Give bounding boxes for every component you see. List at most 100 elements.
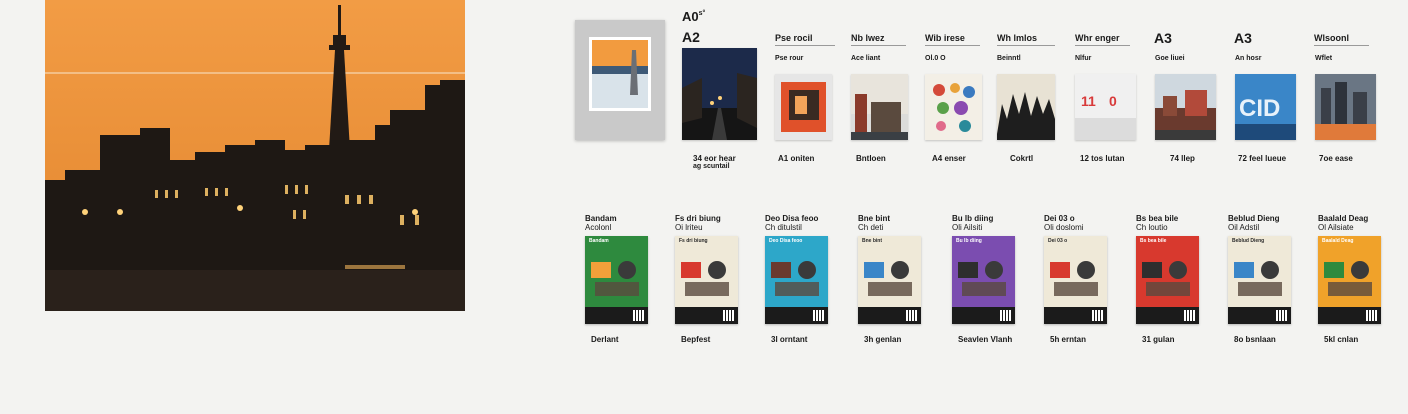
svg-text:11: 11 — [1081, 93, 1096, 109]
poster-footer — [1044, 307, 1107, 324]
poster-title-sub: Acolonl — [585, 223, 612, 233]
poster-caption-8: 8o bsnlaan — [1234, 335, 1276, 344]
poster-title-main: Bandam — [585, 214, 617, 223]
poster-caption-1: Derlant — [591, 335, 619, 344]
poster-title-sub: Oli doslomi — [1044, 223, 1084, 233]
poster-title-8: Beblud Dieng Oil Adstil — [1228, 214, 1280, 232]
print-thumb-6[interactable] — [1155, 74, 1216, 140]
poster-title-sub: Oi lriteu — [675, 223, 703, 233]
print-thumb-4[interactable] — [997, 74, 1055, 140]
poster-5[interactable]: Bu lb diing — [952, 236, 1015, 324]
poster-title-main: Beblud Dieng — [1228, 214, 1280, 223]
divider — [997, 45, 1055, 46]
poster-title-sub: Oil Adstil — [1228, 223, 1260, 233]
poster-heading: Baalald Deag — [1322, 238, 1354, 244]
poster-title-sub: Ch loutio — [1136, 223, 1168, 233]
svg-text:CID: CID — [1239, 95, 1280, 122]
col-sub-6: Goe liuei — [1155, 55, 1185, 62]
poster-title-4: Bne bint Ch deti — [858, 214, 890, 232]
col-sub-5: Nlfur — [1075, 55, 1092, 62]
caption-top-3: Bntloen — [856, 154, 886, 163]
poster-7[interactable]: Bs bea bile — [1136, 236, 1199, 324]
poster-caption-6: 5h erntan — [1050, 335, 1087, 344]
poster-artwork — [679, 256, 734, 300]
print-thumb-8[interactable] — [1315, 74, 1376, 140]
a0-label: A0s° — [682, 9, 706, 24]
divider — [851, 45, 906, 46]
a2-print[interactable] — [682, 48, 757, 140]
col-header-2: Nb lwez — [851, 33, 885, 43]
print-thumb-2[interactable] — [851, 74, 908, 140]
poster-title-sub: Ol Ailsiate — [1318, 223, 1354, 233]
caption-top-8: 72 feel lueue — [1238, 154, 1287, 163]
print-thumb-5[interactable]: 11 0 — [1075, 74, 1136, 140]
divider — [775, 45, 835, 46]
poster-heading: Bs bea bile — [1140, 238, 1167, 244]
poster-title-main: Baalald Deag — [1318, 214, 1369, 223]
col-sub-8: Wflet — [1315, 55, 1333, 62]
poster-title-6: Dei 03 o Oli doslomi — [1044, 214, 1084, 232]
poster-1[interactable]: Bandam — [585, 236, 648, 324]
poster-footer — [1228, 307, 1291, 324]
poster-title-9: Baalald Deag Ol Ailsiate — [1318, 214, 1368, 232]
poster-caption-3: 3l orntant — [771, 335, 808, 344]
print-thumb-1[interactable] — [775, 74, 832, 140]
poster-title-sub: Ch ditulstil — [765, 223, 802, 233]
qr-code-icon — [813, 310, 824, 321]
col-header-5: Whr enger — [1075, 33, 1120, 43]
qr-code-icon — [1366, 310, 1377, 321]
qr-code-icon — [1092, 310, 1103, 321]
caption-top-9: 7oe ease — [1319, 154, 1353, 163]
poster-heading: Bu lb diing — [956, 238, 982, 244]
poster-8[interactable]: Beblud Dieng — [1228, 236, 1291, 324]
poster-caption-7: 31 gulan — [1142, 335, 1175, 344]
poster-caption-9: 5kl cnlan — [1324, 335, 1359, 344]
divider — [925, 45, 980, 46]
a0-framed-print[interactable] — [575, 20, 665, 140]
poster-4[interactable]: Bne bint — [858, 236, 921, 324]
poster-artwork — [1322, 256, 1377, 300]
poster-9[interactable]: Baalald Deag — [1318, 236, 1381, 324]
col-sub-2: Ace liant — [851, 55, 881, 62]
col-sub-3: Ol.0 O — [925, 55, 946, 62]
poster-artwork — [769, 256, 824, 300]
poster-artwork — [1232, 256, 1287, 300]
poster-3[interactable]: Deo Disa feoo — [765, 236, 828, 324]
poster-title-main: Dei 03 o — [1044, 214, 1075, 223]
poster-artwork — [589, 256, 644, 300]
poster-caption-4: 3h genlan — [864, 335, 902, 344]
poster-title-main: Bne bint — [858, 214, 890, 223]
print-thumb-3[interactable] — [925, 74, 982, 140]
qr-code-icon — [633, 310, 644, 321]
qr-code-icon — [906, 310, 917, 321]
poster-6[interactable]: Dei 03 o — [1044, 236, 1107, 324]
col-header-a3-2: A3 — [1234, 30, 1252, 46]
caption-top-4: A4 enser — [932, 154, 966, 163]
col-header-4: Wh lmlos — [997, 33, 1037, 43]
svg-text:0: 0 — [1109, 93, 1117, 109]
caption-top-1: 34 eor hear ag scuntail — [693, 154, 736, 171]
poster-2[interactable]: Fs dri biung — [675, 236, 738, 324]
poster-title-7: Bs bea bile Ch loutio — [1136, 214, 1178, 232]
a2-label: A2 — [682, 29, 700, 45]
col-header-a3-1: A3 — [1154, 30, 1172, 46]
poster-heading: Beblud Dieng — [1232, 238, 1265, 244]
poster-footer — [675, 307, 738, 324]
poster-artwork — [1140, 256, 1195, 300]
col-sub-7: An hosr — [1235, 55, 1262, 62]
caption-top-7: 74 llep — [1170, 154, 1195, 163]
qr-code-icon — [723, 310, 734, 321]
col-sub-1: Pse rour — [775, 55, 804, 62]
poster-artwork — [1048, 256, 1103, 300]
print-thumb-7[interactable]: CID — [1235, 74, 1296, 140]
poster-title-main: Deo Disa feoo — [765, 214, 819, 223]
qr-code-icon — [1276, 310, 1287, 321]
col-header-1: Pse rocil — [775, 33, 813, 43]
poster-title-main: Fs dri biung — [675, 214, 721, 223]
caption-top-5: Cokrtl — [1010, 154, 1034, 163]
poster-footer — [952, 307, 1015, 324]
poster-title-2: Fs dri biung Oi lriteu — [675, 214, 721, 232]
divider — [1075, 45, 1130, 46]
col-header-3: Wib irese — [925, 33, 965, 43]
qr-code-icon — [1184, 310, 1195, 321]
